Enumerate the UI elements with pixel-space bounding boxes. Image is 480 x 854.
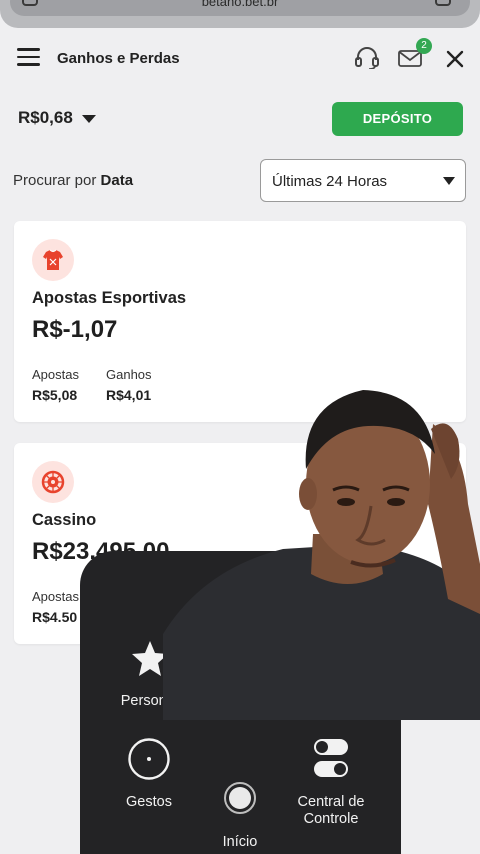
bets-label: Apostas	[32, 367, 79, 382]
chevron-down-icon	[443, 177, 455, 185]
home-label[interactable]: Início	[190, 834, 290, 850]
notification-badge: 2	[416, 38, 432, 54]
url-text[interactable]: betano.bet.br	[160, 0, 320, 9]
bets-value: R$5,08	[32, 387, 78, 403]
bets-value: R$4.50	[32, 609, 78, 625]
jersey-icon	[32, 239, 74, 281]
balance-amount[interactable]: R$0,68	[18, 108, 73, 128]
tabs-icon[interactable]	[22, 0, 38, 6]
period-select-value: Últimas 24 Horas	[272, 173, 388, 190]
search-by-label: Procurar por Data	[13, 172, 134, 189]
close-icon[interactable]	[446, 50, 464, 68]
chevron-down-icon[interactable]	[82, 115, 96, 123]
bets-label: Apostas	[32, 589, 79, 604]
toggle-switch-icon[interactable]	[313, 738, 349, 778]
gestures-icon[interactable]	[127, 737, 171, 781]
gestures-label[interactable]: Gestos	[99, 794, 199, 810]
card-title: Apostas Esportivas	[32, 289, 187, 307]
wins-value: R$4,01	[106, 387, 152, 403]
page-title: Ganhos e Perdas	[57, 50, 180, 67]
menu-icon[interactable]	[17, 48, 40, 66]
browser-bar: betano.bet.br	[0, 0, 480, 28]
home-button-icon[interactable]	[223, 781, 257, 815]
card-amount: R$-1,07	[32, 316, 118, 343]
roulette-icon	[32, 461, 74, 503]
wins-label: Ganhos	[106, 367, 152, 382]
deposit-button[interactable]: DEPÓSITO	[332, 102, 463, 136]
video-overlay-person	[163, 384, 480, 720]
card-title: Cassino	[32, 511, 97, 529]
control-center-label[interactable]: Central de Controle	[280, 794, 382, 828]
period-select[interactable]: Últimas 24 Horas	[260, 159, 466, 202]
mail-icon[interactable]	[398, 50, 422, 67]
share-icon[interactable]	[435, 0, 451, 6]
app-header: Ganhos e Perdas 2	[0, 28, 480, 88]
headset-icon[interactable]	[354, 47, 380, 69]
